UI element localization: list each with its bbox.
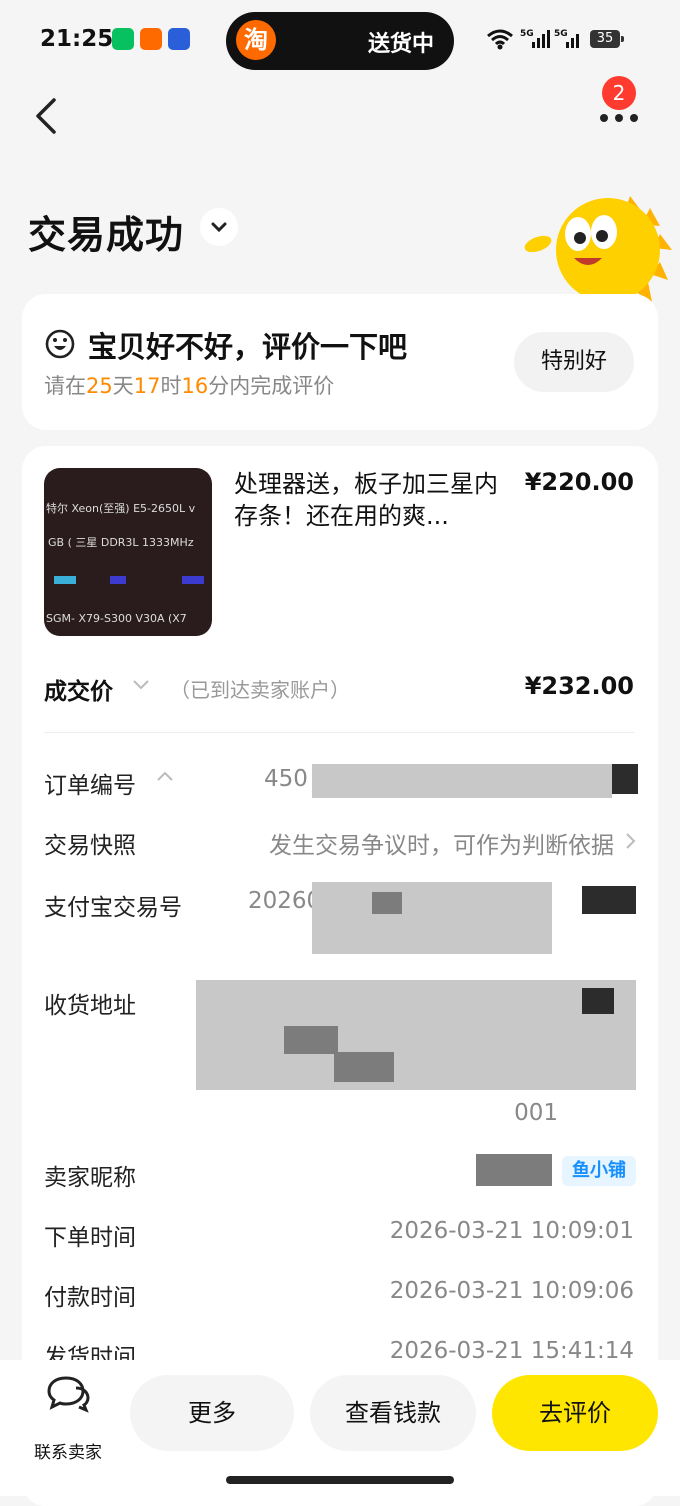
review-title: 宝贝好不好，评价一下吧 <box>88 330 408 364</box>
more-dot <box>630 114 638 122</box>
deadline-minutes-unit: 分内完成评价 <box>208 374 335 398</box>
redacted-block <box>612 764 638 794</box>
card-icon <box>168 28 190 50</box>
chevron-down-icon[interactable] <box>200 208 238 246</box>
review-prompt-card: 宝贝好不好，评价一下吧 请在25天17时16分内完成评价 特别好 <box>22 294 658 430</box>
thumb-stripe <box>110 576 126 584</box>
redacted-address <box>196 980 636 1090</box>
redacted-seller <box>476 1154 552 1186</box>
deadline-days: 25 <box>86 374 113 398</box>
contact-seller-label: 联系卖家 <box>34 1443 102 1463</box>
order-time-value: 2026-03-21 10:09:01 <box>389 1218 634 1244</box>
redacted-block <box>284 1026 338 1054</box>
thumb-text: GB ( 三星 DDR3L 1333MHz <box>48 536 194 549</box>
redacted-block <box>312 764 612 798</box>
signal-icon: 5G 5G <box>520 29 579 48</box>
taobao-small-icon <box>140 28 162 50</box>
status-time: 21:25 <box>40 26 114 52</box>
more-dots-icon <box>600 114 608 122</box>
address-tail: 001 <box>514 1100 558 1126</box>
thumb-text: SGM- X79-S300 V30A (X7 <box>46 612 187 625</box>
view-money-button[interactable]: 查看钱款 <box>310 1375 476 1451</box>
snapshot-value[interactable]: 发生交易争议时，可作为判断依据 <box>269 826 614 860</box>
deal-price-label[interactable]: 成交价 <box>44 672 113 706</box>
order-number-label: 订单编号 <box>44 773 136 799</box>
thumb-stripe <box>182 576 204 584</box>
more-button[interactable]: 更多 <box>130 1375 294 1451</box>
redacted-block <box>582 988 614 1014</box>
deadline-prefix: 请在 <box>44 374 86 398</box>
svg-text:5G: 5G <box>554 29 568 39</box>
product-thumbnail[interactable]: 特尔 Xeon(至强) E5-2650L v GB ( 三星 DDR3L 133… <box>44 468 212 636</box>
snapshot-label: 交易快照 <box>44 833 136 859</box>
dynamic-island[interactable]: 淘 送货中 <box>226 12 454 70</box>
mascot-icon <box>524 196 672 302</box>
back-icon[interactable] <box>30 96 64 136</box>
deadline-days-unit: 天 <box>112 374 134 398</box>
chevron-up-icon[interactable] <box>156 770 174 782</box>
product-title[interactable]: 处理器送，板子加三星内存条！还在用的爽... <box>234 468 504 532</box>
thumb-stripe <box>54 576 76 584</box>
contact-seller-button[interactable]: 联系卖家 <box>28 1374 108 1463</box>
alipay-number-label: 支付宝交易号 <box>44 895 182 921</box>
wechat-icon <box>112 28 134 50</box>
taobao-logo-icon: 淘 <box>236 20 276 60</box>
deadline-minutes: 16 <box>181 374 209 398</box>
great-rating-button[interactable]: 特别好 <box>514 332 634 392</box>
chevron-right-icon[interactable] <box>624 832 636 850</box>
address-label: 收货地址 <box>44 993 136 1019</box>
status-bar: 21:25 淘 送货中 5G 5G 35 <box>0 0 680 82</box>
wifi-icon <box>487 29 513 50</box>
order-detail-card: 特尔 Xeon(至强) E5-2650L v GB ( 三星 DDR3L 133… <box>22 446 658 1506</box>
pay-time-label: 付款时间 <box>44 1285 136 1311</box>
notification-badge: 2 <box>602 76 636 110</box>
chevron-down-icon[interactable] <box>132 678 150 692</box>
order-time-label: 下单时间 <box>44 1225 136 1251</box>
page-title: 交易成功 <box>28 213 185 257</box>
thumb-text: 特尔 Xeon(至强) E5-2650L v <box>46 502 196 515</box>
chat-icon <box>47 1376 90 1413</box>
deal-price-note: （已到达卖家账户） <box>170 678 350 702</box>
write-review-button[interactable]: 去评价 <box>492 1375 658 1451</box>
deadline-hours: 17 <box>133 374 161 398</box>
deadline-hours-unit: 时 <box>160 374 182 398</box>
redacted-block <box>372 892 402 914</box>
product-price: ¥220.00 <box>524 468 634 496</box>
review-deadline: 请在25天17时16分内完成评价 <box>44 370 334 400</box>
smile-icon <box>45 329 75 359</box>
deal-price-value: ¥232.00 <box>524 672 634 700</box>
seller-label: 卖家昵称 <box>44 1165 136 1191</box>
seller-shop-tag[interactable]: 鱼小铺 <box>562 1156 636 1186</box>
pay-time-value: 2026-03-21 10:09:06 <box>389 1278 634 1304</box>
more-dot <box>615 114 623 122</box>
order-number-value[interactable]: 450 <box>264 766 308 792</box>
battery-icon: 35 <box>590 30 624 48</box>
redacted-block <box>312 882 552 954</box>
redacted-block <box>582 886 636 914</box>
divider <box>44 732 634 733</box>
home-indicator[interactable] <box>226 1476 454 1484</box>
delivery-status-text: 送货中 <box>367 32 434 57</box>
svg-text:5G: 5G <box>520 29 534 39</box>
redacted-block <box>334 1052 394 1082</box>
